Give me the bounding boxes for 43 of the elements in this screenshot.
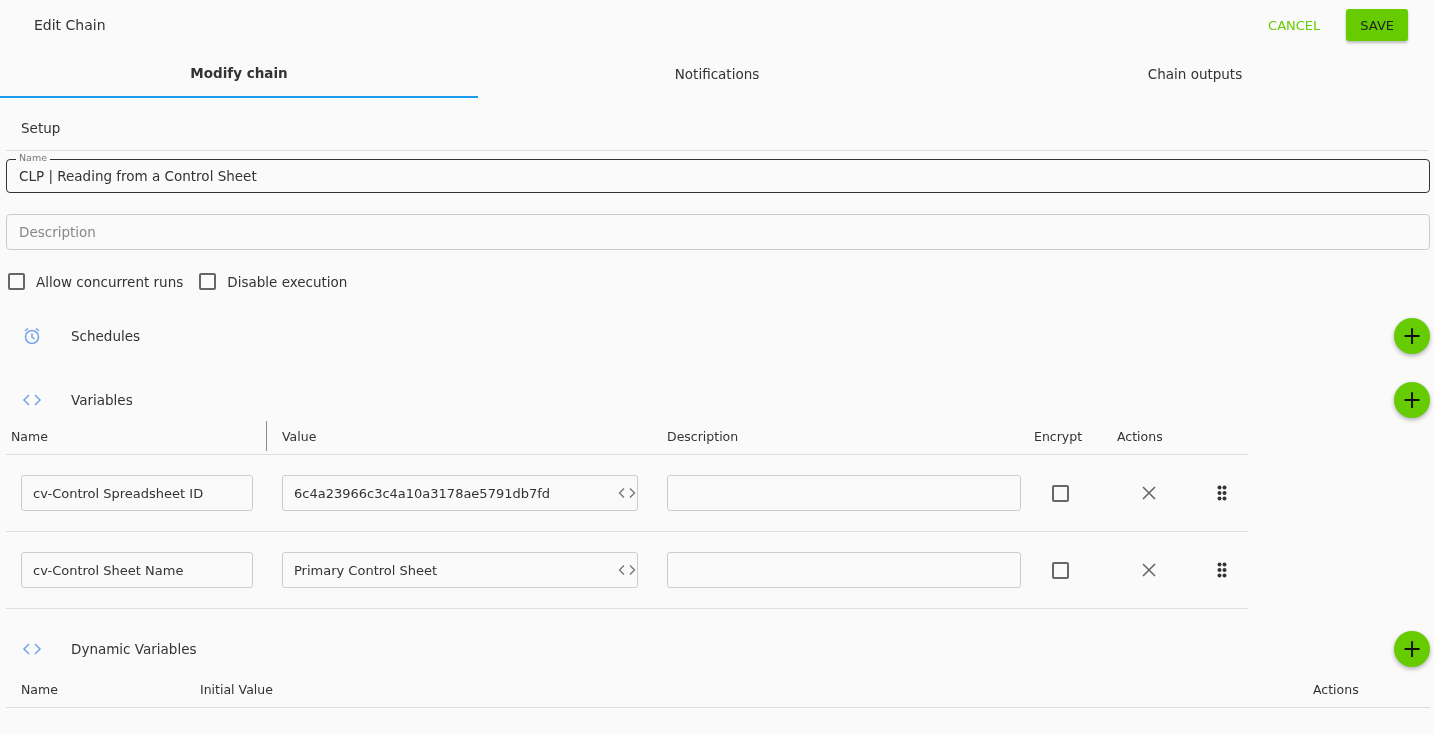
- variable-name-field[interactable]: cv-Control Sheet Name: [21, 552, 253, 588]
- drag-handle-icon[interactable]: [1217, 485, 1227, 501]
- section-title: Setup: [20, 119, 62, 138]
- code-icon[interactable]: [617, 564, 637, 576]
- checkbox-label: Disable execution: [227, 273, 348, 290]
- checkbox[interactable]: [199, 273, 217, 290]
- save-button[interactable]: SAVE: [1346, 9, 1408, 41]
- close-icon[interactable]: [1141, 562, 1157, 578]
- section-title: Variables: [71, 392, 134, 408]
- column-header: Description: [666, 428, 740, 444]
- column-header: Actions: [1313, 681, 1360, 697]
- checkbox-label: Allow concurrent runs: [36, 273, 184, 290]
- tab[interactable]: Modify chain: [0, 50, 478, 98]
- description-field[interactable]: Description: [6, 214, 1430, 250]
- tab[interactable]: Notifications: [478, 50, 956, 98]
- variable-value-field[interactable]: 6c4a23966c3c4a10a3178ae5791db7fd: [282, 475, 638, 511]
- variable-value-field[interactable]: Primary Control Sheet: [282, 552, 638, 588]
- add-button[interactable]: +: [1394, 382, 1430, 418]
- close-icon[interactable]: [1141, 485, 1157, 501]
- section-title: Schedules: [71, 328, 142, 344]
- section-title: Dynamic Variables: [71, 641, 198, 657]
- column-header: Initial Value: [200, 681, 274, 697]
- variable-description-field[interactable]: [667, 475, 1021, 511]
- code-icon: [22, 642, 42, 656]
- code-icon[interactable]: [617, 487, 637, 499]
- variable-description-field[interactable]: [667, 552, 1021, 588]
- encrypt-checkbox[interactable]: [1052, 484, 1069, 502]
- variable-name-field[interactable]: cv-Control Spreadsheet ID: [21, 475, 253, 511]
- column-header: Name: [6, 421, 267, 451]
- column-header: Value: [281, 428, 318, 444]
- alarm-clock-icon: [22, 326, 42, 346]
- add-button[interactable]: +: [1394, 318, 1430, 354]
- column-header: Actions: [1116, 428, 1164, 444]
- encrypt-checkbox[interactable]: [1052, 561, 1069, 579]
- drag-handle-icon[interactable]: [1217, 562, 1227, 578]
- page-title: Edit Chain: [34, 17, 106, 33]
- add-button[interactable]: +: [1394, 631, 1430, 667]
- column-header: Name: [20, 681, 59, 697]
- checkbox[interactable]: [8, 273, 25, 290]
- tab[interactable]: Chain outputs: [956, 50, 1434, 98]
- column-header: Encrypt: [1033, 428, 1084, 444]
- field-label: Name: [16, 152, 51, 164]
- code-icon: [22, 393, 42, 407]
